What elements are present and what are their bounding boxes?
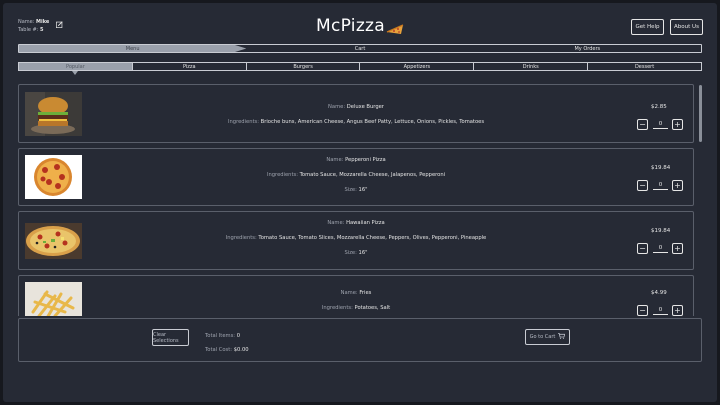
go-to-cart-label: Go to Cart: [529, 334, 556, 340]
quantity-stepper: − 0 +: [637, 180, 685, 192]
user-info: Name: Mike Table #: 5: [18, 18, 49, 34]
name-label: Name:: [18, 19, 35, 25]
item-ingredients: Brioche buns, American Cheese, Angus Bee…: [260, 119, 485, 125]
quantity-input[interactable]: 0: [653, 120, 668, 129]
total-items-label: Total Items:: [205, 333, 236, 339]
category-popular[interactable]: Popular: [19, 63, 133, 75]
tab-cart[interactable]: Cart: [246, 45, 473, 52]
order-summary-panel: Clear Selections Total Items: 0 Total Co…: [18, 318, 702, 362]
category-pizza[interactable]: Pizza: [133, 63, 247, 70]
total-cost-value: $0.00: [233, 347, 249, 353]
increment-button[interactable]: +: [672, 243, 683, 254]
increment-button[interactable]: +: [672, 119, 683, 130]
item-ingredients-label: Ingredients:: [321, 305, 353, 311]
get-help-button[interactable]: Get Help: [631, 19, 664, 35]
go-to-cart-button[interactable]: Go to Cart: [525, 329, 570, 345]
item-name-label: Name:: [327, 220, 345, 226]
app-window: Name: Mike Table #: 5 McPizza Get Help A…: [3, 3, 717, 402]
increment-button[interactable]: +: [672, 180, 683, 191]
about-us-button[interactable]: About Us: [670, 19, 703, 35]
category-drinks[interactable]: Drinks: [474, 63, 589, 70]
item-price: $2.85: [651, 104, 667, 110]
menu-item-deluxe-burger: Name: Deluxe Burger Ingredients: Brioche…: [18, 84, 694, 143]
quantity-stepper: − 0 +: [637, 243, 685, 255]
decrement-button[interactable]: −: [637, 243, 648, 254]
hawaiian-pizza-image: [25, 223, 82, 259]
item-name-label: Name:: [326, 157, 344, 163]
item-name-label: Name:: [340, 290, 358, 296]
cart-icon: [558, 333, 566, 341]
main-nav: Menu Cart My Orders: [18, 44, 702, 53]
pepperoni-pizza-image: [25, 155, 82, 199]
item-price: $19.84: [651, 228, 671, 234]
decrement-button[interactable]: −: [637, 180, 648, 191]
quantity-input[interactable]: 0: [653, 244, 668, 253]
item-name: Hawaiian Pizza: [346, 220, 385, 226]
table-label: Table #:: [18, 27, 39, 33]
item-name: Pepperoni Pizza: [345, 157, 386, 163]
item-ingredients: Tomato Sauce, Tomato Slices, Mozzarella …: [258, 235, 487, 241]
item-name-label: Name:: [328, 104, 346, 110]
item-size: 16": [358, 250, 368, 256]
menu-item-hawaiian-pizza: Name: Hawaiian Pizza Ingredients: Tomato…: [18, 211, 694, 270]
item-ingredients-label: Ingredients:: [227, 119, 259, 125]
quantity-stepper: − 0 +: [637, 305, 685, 316]
item-size: 16": [358, 187, 368, 193]
menu-item-fries: Name: Fries Ingredients: Potatoes, Salt …: [18, 275, 694, 316]
quantity-input[interactable]: 0: [653, 306, 668, 315]
item-ingredients: Tomato Sauce, Mozzarella Cheese, Jalapen…: [299, 172, 446, 178]
item-ingredients-label: Ingredients:: [225, 235, 257, 241]
clear-selections-button[interactable]: Clear Selections: [152, 329, 189, 346]
tab-my-orders[interactable]: My Orders: [474, 45, 701, 52]
pizza-slice-icon: [386, 20, 404, 39]
category-appetizers[interactable]: Appetizers: [360, 63, 475, 70]
total-cost-label: Total Cost:: [205, 347, 233, 353]
item-size-label: Size:: [344, 187, 357, 193]
item-name: Fries: [359, 290, 372, 296]
quantity-input[interactable]: 0: [653, 181, 668, 190]
item-price: $19.84: [651, 165, 671, 171]
category-burgers[interactable]: Burgers: [247, 63, 361, 70]
item-ingredients: Potatoes, Salt: [354, 305, 391, 311]
app-title: McPizza: [316, 16, 385, 36]
burger-image: [25, 92, 82, 136]
item-size-label: Size:: [344, 250, 357, 256]
order-totals: Total Items: 0 Total Cost: $0.00: [205, 329, 249, 357]
decrement-button[interactable]: −: [637, 305, 648, 316]
decrement-button[interactable]: −: [637, 119, 648, 130]
scrollbar[interactable]: [699, 85, 702, 142]
menu-item-list: Name: Deluxe Burger Ingredients: Brioche…: [18, 79, 699, 316]
total-items-value: 0: [236, 333, 240, 339]
item-name: Deluxe Burger: [346, 104, 384, 110]
item-price: $4.99: [651, 290, 667, 296]
increment-button[interactable]: +: [672, 305, 683, 316]
tab-menu[interactable]: Menu: [19, 45, 247, 52]
fries-image: [25, 282, 82, 316]
edit-icon[interactable]: [56, 21, 63, 30]
quantity-stepper: − 0 +: [637, 119, 685, 131]
table-number: 5: [40, 27, 44, 33]
user-name: Mike: [36, 19, 50, 25]
item-ingredients-label: Ingredients:: [266, 172, 298, 178]
category-bar: Popular Pizza Burgers Appetizers Drinks …: [18, 62, 702, 75]
category-dessert[interactable]: Dessert: [588, 63, 701, 70]
menu-item-pepperoni-pizza: Name: Pepperoni Pizza Ingredients: Tomat…: [18, 148, 694, 206]
